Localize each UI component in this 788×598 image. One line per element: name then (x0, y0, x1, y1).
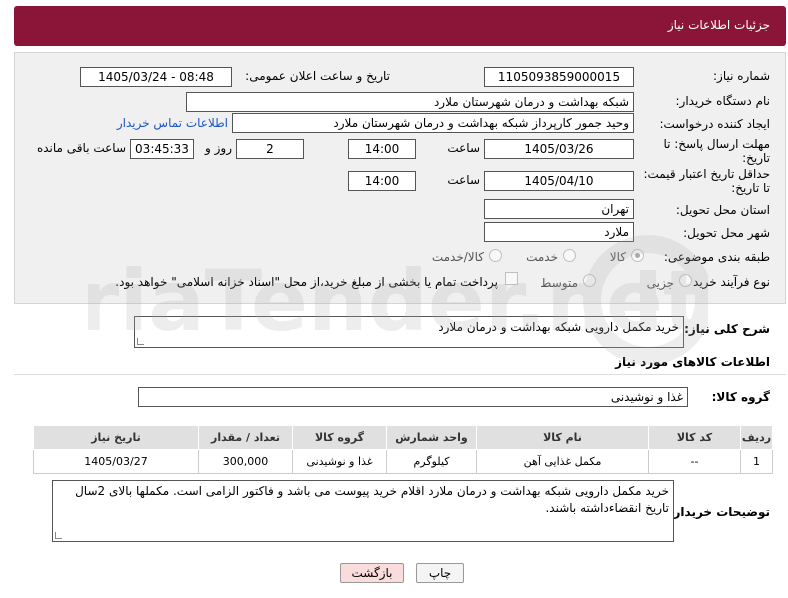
cell-date: 1405/03/27 (33, 449, 199, 474)
back-button[interactable]: بازگشت (340, 563, 404, 583)
cell-name: مکمل غذایی آهن (476, 449, 649, 474)
category-goods-service-label: کالا/خدمت (431, 250, 484, 264)
category-goods-radio[interactable] (631, 249, 644, 262)
category-label: طبقه بندی موضوعی: (663, 250, 770, 264)
treasury-payment-note: پرداخت تمام یا بخشی از مبلغ خرید،از محل … (115, 275, 498, 289)
process-medium-radio[interactable] (583, 274, 596, 287)
need-number-field[interactable]: 1105093859000015 (484, 67, 634, 87)
cell-group: غذا و نوشیدنی (292, 449, 387, 474)
page-header: جزئیات اطلاعات نیاز (14, 6, 786, 46)
days-label: روز و (205, 141, 232, 155)
category-goods-service-radio[interactable] (489, 249, 502, 262)
resize-handle-icon[interactable] (137, 338, 144, 345)
days-remaining-field[interactable]: 2 (236, 139, 304, 159)
table-header-row: ردیف کد کالا نام کالا واحد شمارش گروه کا… (33, 425, 773, 450)
reply-time-label: ساعت (447, 141, 480, 155)
buyer-notes-text: خرید مکمل دارویی شبکه بهداشت و درمان ملا… (75, 484, 669, 515)
process-label: نوع فرآیند خرید : (685, 275, 770, 289)
goods-group-label: گروه کالا: (711, 390, 770, 404)
reply-deadline-label: مهلت ارسال پاسخ: تا تاریخ: (663, 137, 770, 165)
col-quantity: تعداد / مقدار (198, 425, 293, 450)
cell-unit: کیلوگرم (386, 449, 477, 474)
buyer-org-field[interactable]: شبکه بهداشت و درمان شهرستان ملارد (186, 92, 634, 112)
category-service-label: خدمت (526, 250, 558, 264)
description-text: خرید مکمل دارویی شبکه بهداشت و درمان ملا… (438, 320, 679, 334)
remaining-time-label: ساعت باقی مانده (36, 141, 126, 155)
cell-code: -- (648, 449, 741, 474)
col-date: تاریخ نیاز (33, 425, 199, 450)
buyer-notes-label: توضیحات خریدار: (668, 505, 770, 519)
process-medium-label: متوسط (540, 276, 578, 290)
process-partial-radio[interactable] (679, 274, 692, 287)
description-field[interactable]: خرید مکمل دارویی شبکه بهداشت و درمان ملا… (134, 316, 684, 348)
price-validity-label: حداقل تاریخ اعتبار قیمت: تا تاریخ: (643, 167, 770, 195)
items-table: ردیف کد کالا نام کالا واحد شمارش گروه کا… (33, 425, 773, 474)
remaining-time-field[interactable]: 03:45:33 (130, 139, 194, 159)
page-title: جزئیات اطلاعات نیاز (667, 18, 770, 32)
cell-quantity: 300,000 (198, 449, 293, 474)
col-group: گروه کالا (292, 425, 387, 450)
col-name: نام کالا (476, 425, 649, 450)
col-unit: واحد شمارش (386, 425, 477, 450)
province-field[interactable]: تهران (484, 199, 634, 219)
buyer-org-label: نام دستگاه خریدار: (675, 94, 771, 108)
resize-handle-icon[interactable] (55, 532, 62, 539)
col-row: ردیف (740, 425, 773, 450)
buyer-notes-field[interactable]: خرید مکمل دارویی شبکه بهداشت و درمان ملا… (52, 480, 674, 542)
price-date-field[interactable]: 1405/04/10 (484, 171, 634, 191)
province-label: استان محل تحویل: (675, 203, 770, 217)
print-button[interactable]: چاپ (416, 563, 464, 583)
col-code: کد کالا (648, 425, 741, 450)
table-row[interactable]: 1 -- مکمل غذایی آهن کیلوگرم غذا و نوشیدن… (33, 449, 773, 474)
cell-row: 1 (740, 449, 773, 474)
category-service-radio[interactable] (563, 249, 576, 262)
section-divider (14, 374, 786, 375)
reply-date-field[interactable]: 1405/03/26 (484, 139, 634, 159)
category-goods-label: کالا (609, 250, 626, 264)
city-label: شهر محل تحویل: (683, 226, 770, 240)
creator-label: ایجاد کننده درخواست: (659, 117, 770, 131)
description-label: شرح کلی نیاز: (684, 322, 770, 336)
treasury-payment-checkbox[interactable] (505, 272, 518, 285)
goods-section-title: اطلاعات کالاهای مورد نیاز (615, 355, 770, 369)
creator-field[interactable]: وحید جمور کارپرداز شبکه بهداشت و درمان ش… (232, 113, 634, 133)
price-time-field[interactable]: 14:00 (348, 171, 416, 191)
goods-group-field[interactable]: غذا و نوشیدنی (138, 387, 688, 407)
contact-buyer-link[interactable]: اطلاعات تماس خریدار (117, 116, 228, 130)
process-partial-label: جزیی (646, 276, 674, 290)
announce-label: تاریخ و ساعت اعلان عمومی: (245, 69, 390, 83)
announce-field[interactable]: 1405/03/24 - 08:48 (80, 67, 232, 87)
city-field[interactable]: ملارد (484, 222, 634, 242)
reply-time-field[interactable]: 14:00 (348, 139, 416, 159)
need-number-label: شماره نیاز: (713, 69, 770, 83)
price-time-label: ساعت (447, 173, 480, 187)
